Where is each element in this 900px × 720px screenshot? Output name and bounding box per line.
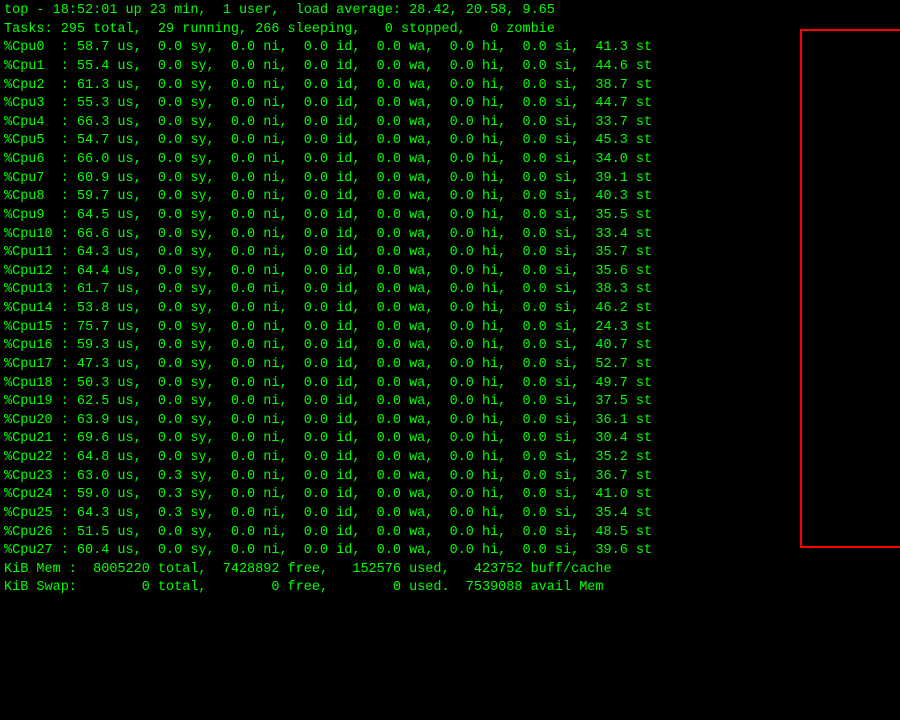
cpu-line-22: %Cpu22 : 64.8 us, 0.0 sy, 0.0 ni, 0.0 id…: [4, 449, 896, 468]
cpu-line-3: %Cpu3 : 55.3 us, 0.0 sy, 0.0 ni, 0.0 id,…: [4, 95, 896, 114]
cpu-line-13: %Cpu13 : 61.7 us, 0.0 sy, 0.0 ni, 0.0 id…: [4, 281, 896, 300]
cpu-line-20: %Cpu20 : 63.9 us, 0.0 sy, 0.0 ni, 0.0 id…: [4, 412, 896, 431]
cpu-line-12: %Cpu12 : 64.4 us, 0.0 sy, 0.0 ni, 0.0 id…: [4, 263, 896, 282]
cpu-line-26: %Cpu26 : 51.5 us, 0.0 sy, 0.0 ni, 0.0 id…: [4, 524, 896, 543]
swap-line: KiB Swap: 0 total, 0 free, 0 used. 75390…: [4, 579, 896, 598]
cpu-line-1: %Cpu1 : 55.4 us, 0.0 sy, 0.0 ni, 0.0 id,…: [4, 58, 896, 77]
cpu-line-6: %Cpu6 : 66.0 us, 0.0 sy, 0.0 ni, 0.0 id,…: [4, 151, 896, 170]
cpu-line-8: %Cpu8 : 59.7 us, 0.0 sy, 0.0 ni, 0.0 id,…: [4, 188, 896, 207]
cpu-line-2: %Cpu2 : 61.3 us, 0.0 sy, 0.0 ni, 0.0 id,…: [4, 77, 896, 96]
header-line2: Tasks: 295 total, 29 running, 266 sleepi…: [4, 21, 896, 40]
cpu-line-21: %Cpu21 : 69.6 us, 0.0 sy, 0.0 ni, 0.0 id…: [4, 430, 896, 449]
cpu-line-27: %Cpu27 : 60.4 us, 0.0 sy, 0.0 ni, 0.0 id…: [4, 542, 896, 561]
cpu-line-7: %Cpu7 : 60.9 us, 0.0 sy, 0.0 ni, 0.0 id,…: [4, 170, 896, 189]
cpu-line-16: %Cpu16 : 59.3 us, 0.0 sy, 0.0 ni, 0.0 id…: [4, 337, 896, 356]
cpu-line-5: %Cpu5 : 54.7 us, 0.0 sy, 0.0 ni, 0.0 id,…: [4, 132, 896, 151]
cpu-lines: %Cpu0 : 58.7 us, 0.0 sy, 0.0 ni, 0.0 id,…: [4, 39, 896, 561]
cpu-line-23: %Cpu23 : 63.0 us, 0.3 sy, 0.0 ni, 0.0 id…: [4, 468, 896, 487]
cpu-line-9: %Cpu9 : 64.5 us, 0.0 sy, 0.0 ni, 0.0 id,…: [4, 207, 896, 226]
cpu-line-25: %Cpu25 : 64.3 us, 0.3 sy, 0.0 ni, 0.0 id…: [4, 505, 896, 524]
cpu-line-15: %Cpu15 : 75.7 us, 0.0 sy, 0.0 ni, 0.0 id…: [4, 319, 896, 338]
cpu-line-0: %Cpu0 : 58.7 us, 0.0 sy, 0.0 ni, 0.0 id,…: [4, 39, 896, 58]
header-line1: top - 18:52:01 up 23 min, 1 user, load a…: [4, 2, 896, 21]
cpu-line-10: %Cpu10 : 66.6 us, 0.0 sy, 0.0 ni, 0.0 id…: [4, 226, 896, 245]
cpu-line-14: %Cpu14 : 53.8 us, 0.0 sy, 0.0 ni, 0.0 id…: [4, 300, 896, 319]
cpu-line-18: %Cpu18 : 50.3 us, 0.0 sy, 0.0 ni, 0.0 id…: [4, 375, 896, 394]
terminal: top - 18:52:01 up 23 min, 1 user, load a…: [4, 2, 896, 718]
cpu-line-19: %Cpu19 : 62.5 us, 0.0 sy, 0.0 ni, 0.0 id…: [4, 393, 896, 412]
mem-line: KiB Mem : 8005220 total, 7428892 free, 1…: [4, 561, 896, 580]
cpu-line-17: %Cpu17 : 47.3 us, 0.0 sy, 0.0 ni, 0.0 id…: [4, 356, 896, 375]
cpu-line-11: %Cpu11 : 64.3 us, 0.0 sy, 0.0 ni, 0.0 id…: [4, 244, 896, 263]
cpu-line-4: %Cpu4 : 66.3 us, 0.0 sy, 0.0 ni, 0.0 id,…: [4, 114, 896, 133]
cpu-line-24: %Cpu24 : 59.0 us, 0.3 sy, 0.0 ni, 0.0 id…: [4, 486, 896, 505]
